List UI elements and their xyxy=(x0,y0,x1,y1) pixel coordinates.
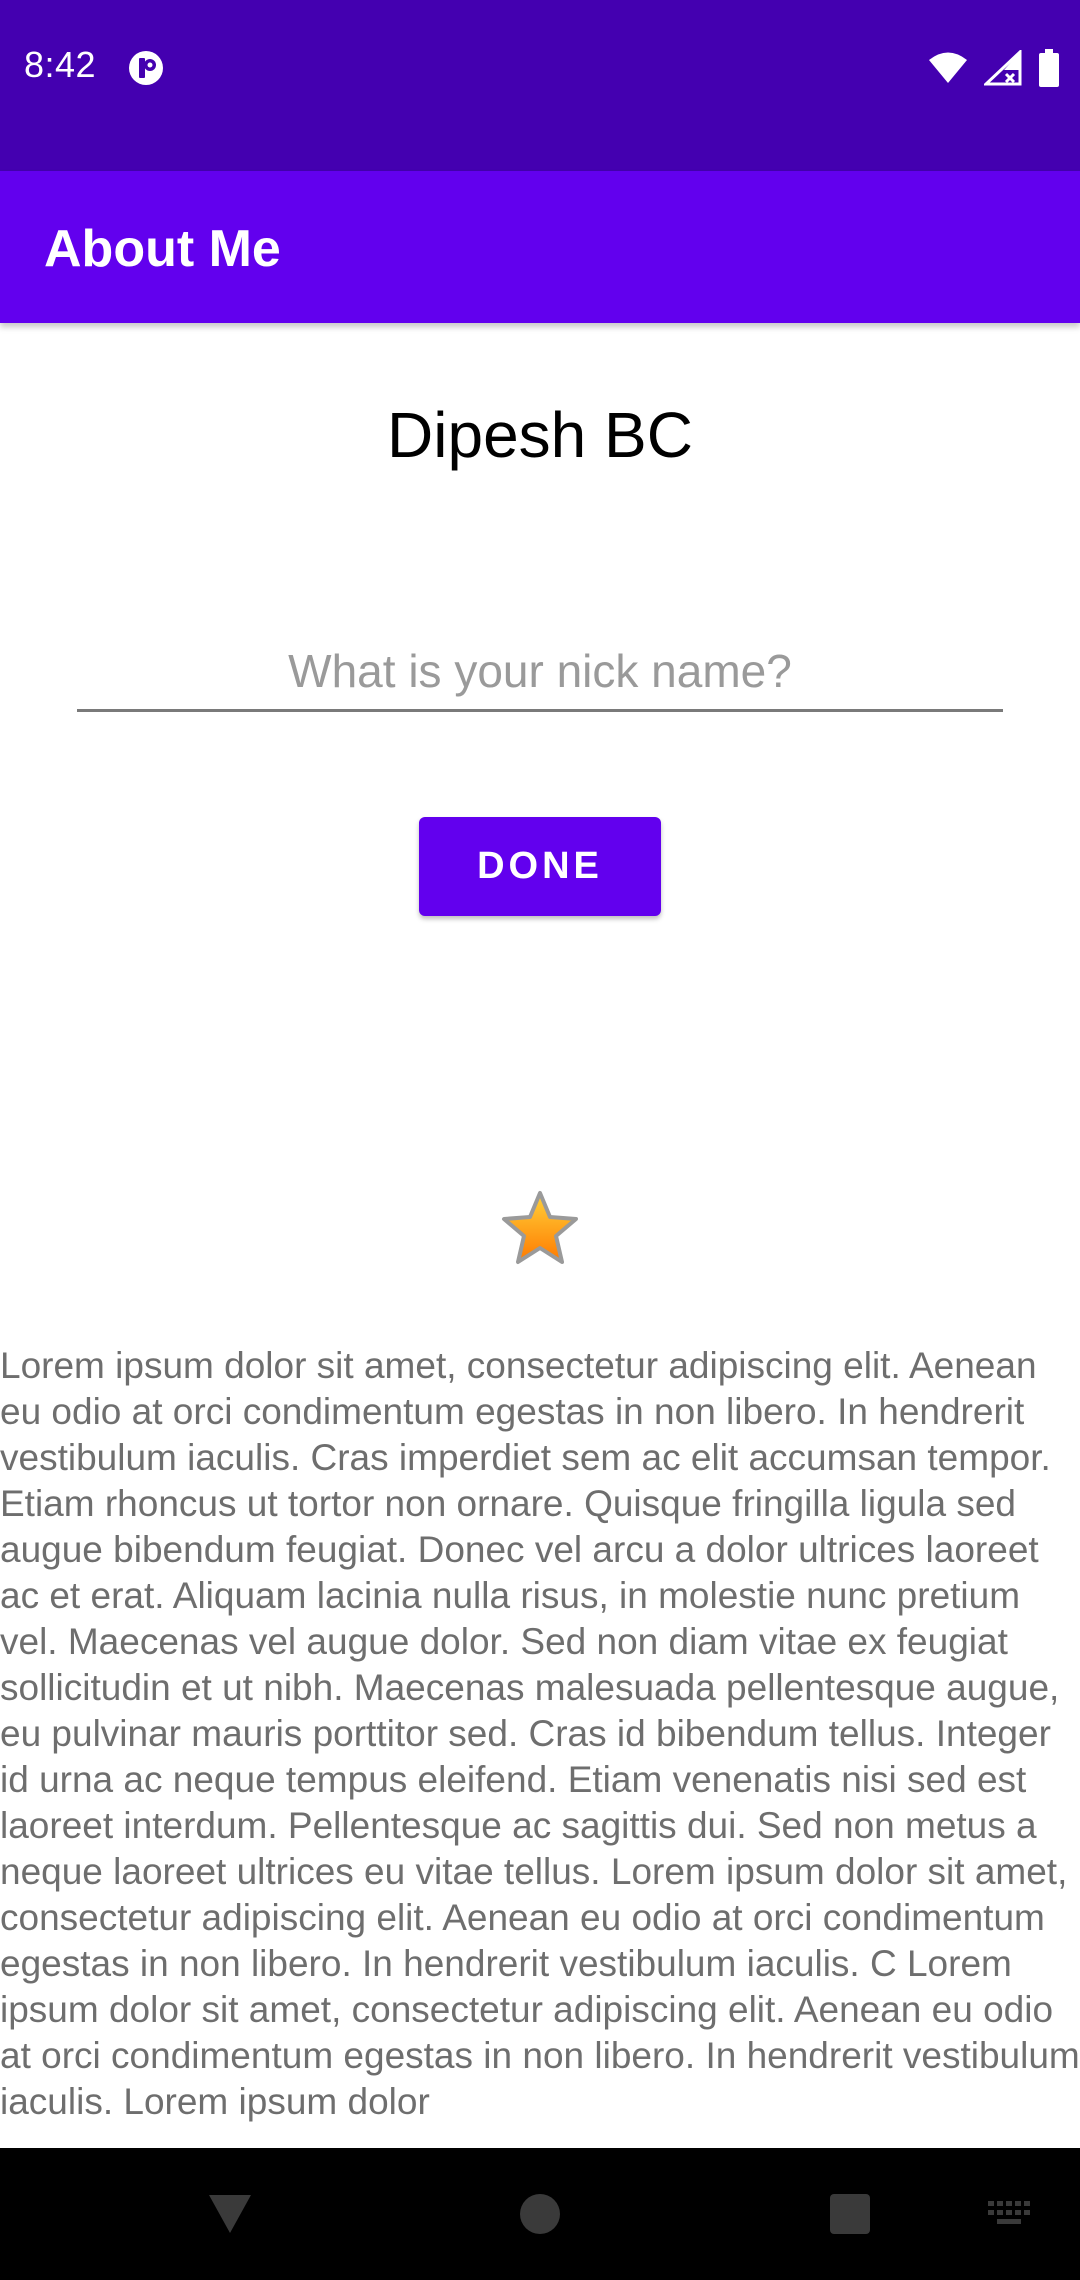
back-icon xyxy=(209,2195,251,2233)
signal-icon xyxy=(984,50,1022,86)
app-bar-title: About Me xyxy=(44,220,281,278)
home-icon xyxy=(520,2194,560,2234)
app-bar: About Me xyxy=(0,171,1080,323)
battery-icon xyxy=(1039,49,1059,87)
nickname-input[interactable] xyxy=(77,632,1003,712)
keyboard-button[interactable] xyxy=(970,2148,1050,2280)
done-button[interactable]: DONE xyxy=(419,817,661,916)
back-button[interactable] xyxy=(190,2148,270,2280)
status-icons xyxy=(928,46,1060,90)
app-notification-icon xyxy=(129,51,163,85)
status-bar: 8:42 xyxy=(0,0,1080,171)
name-text: Dipesh BC xyxy=(387,399,693,471)
status-time: 8:42 xyxy=(24,44,97,85)
wifi-icon xyxy=(929,52,967,83)
star-icon xyxy=(502,1191,578,1264)
home-button[interactable] xyxy=(500,2148,580,2280)
recents-icon xyxy=(830,2194,870,2234)
bio-text: Lorem ipsum dolor sit amet, consectetur … xyxy=(0,1345,1080,2122)
keyboard-icon xyxy=(988,2201,1030,2224)
recents-button[interactable] xyxy=(810,2148,890,2280)
navigation-bar xyxy=(0,2148,1080,2280)
